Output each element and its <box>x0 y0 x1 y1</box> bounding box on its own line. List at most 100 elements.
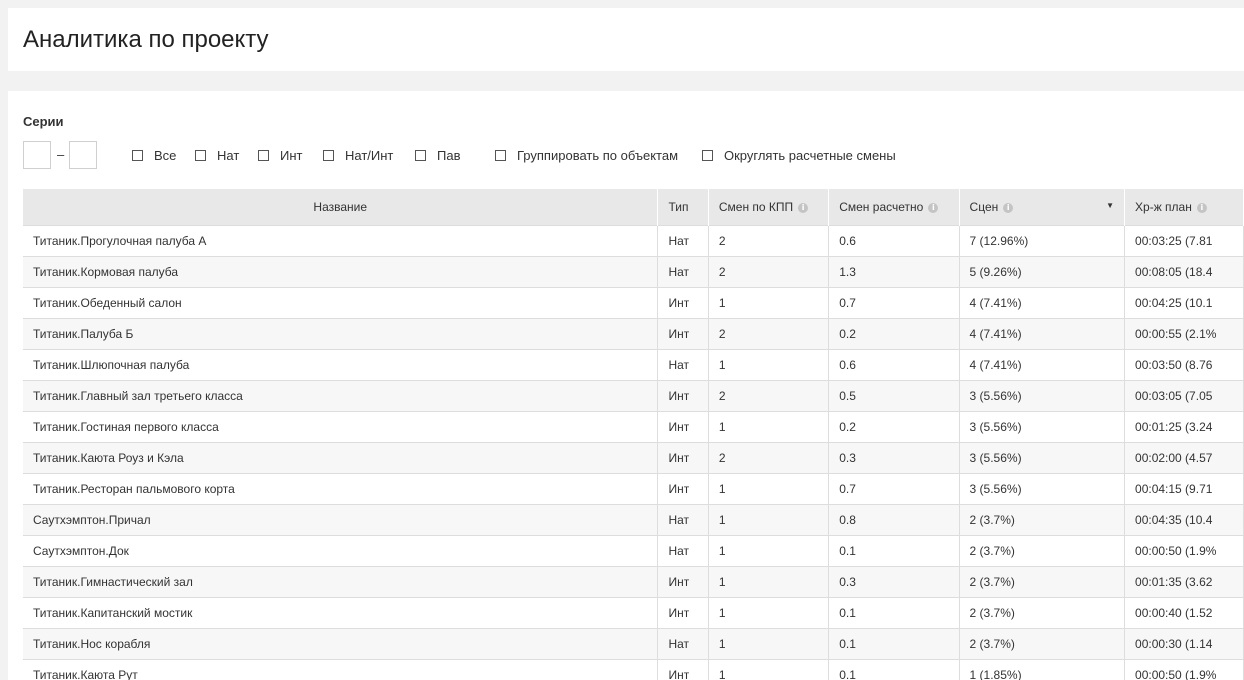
cell-shifts-kpp: 1 <box>708 597 830 629</box>
cell-type: Инт <box>657 473 709 505</box>
sort-desc-icon[interactable]: ▼ <box>1106 201 1114 210</box>
cell-scenes: 2 (3.7%) <box>959 628 1126 660</box>
cell-type: Инт <box>657 659 709 680</box>
cell-scenes: 3 (5.56%) <box>959 380 1126 412</box>
cell-type: Инт <box>657 411 709 443</box>
cell-shifts-calc: 1.3 <box>828 256 960 288</box>
cell-shifts-kpp: 1 <box>708 659 830 680</box>
checkbox-label: Пав <box>437 147 461 163</box>
cell-name: Титаник.Главный зал третьего класса <box>23 380 659 412</box>
checkbox-box[interactable] <box>258 149 269 161</box>
table-row[interactable]: Титаник.Палуба Б Инт 2 0.2 4 (7.41%) 00:00:55… <box>23 318 1244 350</box>
cell-name: Титаник.Каюта Рут <box>23 659 659 680</box>
table-row[interactable]: Саутхэмптон.Причал Нат 1 0.8 2 (3.7%) 00:04:3… <box>23 504 1244 536</box>
range-dash: – <box>57 147 65 162</box>
cell-timing-plan: 00:00:50 (1.9% <box>1124 535 1244 567</box>
page-title: Аналитика по проекту <box>23 26 269 53</box>
table-row[interactable]: Титаник.Каюта Рут Инт 1 0.1 1 (1.85%) 00:00:5… <box>23 659 1244 680</box>
column-header-shifts-kpp[interactable]: Смен по КПП i <box>708 189 830 226</box>
checkbox-box[interactable] <box>415 149 426 161</box>
cell-shifts-calc: 0.2 <box>828 318 960 350</box>
cell-shifts-kpp: 1 <box>708 349 830 381</box>
cell-scenes: 4 (7.41%) <box>959 287 1126 319</box>
column-header-label: Смен расчетно <box>839 200 924 214</box>
table-row[interactable]: Титаник.Главный зал третьего класса Инт 2 0… <box>23 380 1244 412</box>
column-header-shifts-calc[interactable]: Смен расчетно i <box>828 189 960 226</box>
info-icon[interactable]: i <box>1196 202 1207 213</box>
column-header-timing-plan[interactable]: Хр-ж план i <box>1124 189 1244 226</box>
series-label: Серии <box>23 114 64 129</box>
filter-all-checkbox[interactable]: Все <box>132 148 176 163</box>
table-row[interactable]: Титаник.Обеденный салон Инт 1 0.7 4 (7.41%) 0… <box>23 287 1244 319</box>
column-header-scenes[interactable]: Сцен i ▼ <box>959 189 1126 226</box>
info-icon[interactable]: i <box>798 202 809 213</box>
info-icon[interactable]: i <box>1003 202 1014 213</box>
filter-nat-checkbox[interactable]: Нат <box>195 148 239 163</box>
group-by-objects-checkbox[interactable]: Группировать по объектам <box>495 148 678 163</box>
cell-shifts-kpp: 1 <box>708 504 830 536</box>
table-row[interactable]: Титаник.Гостиная первого класса Инт 1 0.2 3 … <box>23 411 1244 443</box>
cell-timing-plan: 00:01:35 (3.62 <box>1124 566 1244 598</box>
filter-int-checkbox[interactable]: Инт <box>258 148 302 163</box>
table-row[interactable]: Титаник.Прогулочная палуба А Нат 2 0.6 7 (12… <box>23 225 1244 257</box>
column-header-label: Сцен <box>969 200 999 214</box>
cell-scenes: 2 (3.7%) <box>959 566 1126 598</box>
table-row[interactable]: Титаник.Ресторан пальмового корта Инт 1 0.7… <box>23 473 1244 505</box>
cell-timing-plan: 00:04:35 (10.4 <box>1124 504 1244 536</box>
filter-pav-checkbox[interactable]: Пав <box>415 147 461 163</box>
cell-shifts-calc: 0.2 <box>828 411 960 443</box>
cell-name: Титаник.Ресторан пальмового корта <box>23 473 659 505</box>
cell-timing-plan: 00:02:00 (4.57 <box>1124 442 1244 474</box>
cell-type: Нат <box>657 225 709 257</box>
table-row[interactable]: Титаник.Капитанский мостик Инт 1 0.1 2 (3.7%… <box>23 597 1244 629</box>
cell-shifts-calc: 0.6 <box>828 349 960 381</box>
table-row[interactable]: Титаник.Кормовая палуба Нат 2 1.3 5 (9.26%) 0… <box>23 256 1244 288</box>
column-header-type[interactable]: Тип <box>657 189 709 226</box>
checkbox-box[interactable] <box>323 149 334 161</box>
cell-shifts-kpp: 2 <box>708 225 830 257</box>
cell-shifts-kpp: 1 <box>708 628 830 660</box>
checkbox-box[interactable] <box>132 149 143 161</box>
checkbox-label: Округлять расчетные смены <box>724 147 896 163</box>
table-row[interactable]: Титаник.Нос корабля Нат 1 0.1 2 (3.7%) 00:00:… <box>23 628 1244 660</box>
cell-shifts-kpp: 1 <box>708 566 830 598</box>
cell-scenes: 1 (1.85%) <box>959 659 1126 680</box>
info-icon[interactable]: i <box>928 202 939 213</box>
cell-shifts-calc: 0.7 <box>828 473 960 505</box>
series-to-input[interactable] <box>69 141 97 169</box>
table-row[interactable]: Саутхэмптон.Док Нат 1 0.1 2 (3.7%) 00:00:50 (… <box>23 535 1244 567</box>
cell-timing-plan: 00:03:50 (8.76 <box>1124 349 1244 381</box>
checkbox-box[interactable] <box>495 149 506 161</box>
checkbox-box[interactable] <box>702 149 713 161</box>
cell-scenes: 5 (9.26%) <box>959 256 1126 288</box>
cell-type: Нат <box>657 349 709 381</box>
table-body: Титаник.Прогулочная палуба А Нат 2 0.6 7 (12… <box>23 225 1244 680</box>
cell-shifts-calc: 0.1 <box>828 628 960 660</box>
checkbox-label: Нат/Инт <box>345 147 394 163</box>
cell-name: Титаник.Палуба Б <box>23 318 659 350</box>
cell-scenes: 4 (7.41%) <box>959 349 1126 381</box>
cell-timing-plan: 00:03:05 (7.05 <box>1124 380 1244 412</box>
cell-name: Титаник.Гостиная первого класса <box>23 411 659 443</box>
cell-type: Инт <box>657 287 709 319</box>
cell-timing-plan: 00:00:55 (2.1% <box>1124 318 1244 350</box>
cell-type: Нат <box>657 504 709 536</box>
series-from-input[interactable] <box>23 141 51 169</box>
cell-name: Саутхэмптон.Док <box>23 535 659 567</box>
round-shifts-checkbox[interactable]: Округлять расчетные смены <box>702 147 896 163</box>
table-row[interactable]: Титаник.Каюта Роуз и Кэла Инт 2 0.3 3 (5.56%… <box>23 442 1244 474</box>
checkbox-box[interactable] <box>195 149 206 161</box>
cell-shifts-calc: 0.5 <box>828 380 960 412</box>
cell-scenes: 7 (12.96%) <box>959 225 1126 257</box>
table-row[interactable]: Титаник.Шлюпочная палуба Нат 1 0.6 4 (7.41%)… <box>23 349 1244 381</box>
cell-type: Инт <box>657 597 709 629</box>
cell-timing-plan: 00:03:25 (7.81 <box>1124 225 1244 257</box>
table-row[interactable]: Титаник.Гимнастический зал Инт 1 0.3 2 (3.7%… <box>23 566 1244 598</box>
cell-type: Нат <box>657 256 709 288</box>
column-header-name[interactable]: Название <box>23 189 659 226</box>
cell-shifts-calc: 0.7 <box>828 287 960 319</box>
filter-nat-int-checkbox[interactable]: Нат/Инт <box>323 147 394 163</box>
column-header-label: Смен по КПП <box>718 200 794 214</box>
cell-shifts-kpp: 2 <box>708 318 830 350</box>
cell-timing-plan: 00:00:50 (1.9% <box>1124 659 1244 680</box>
